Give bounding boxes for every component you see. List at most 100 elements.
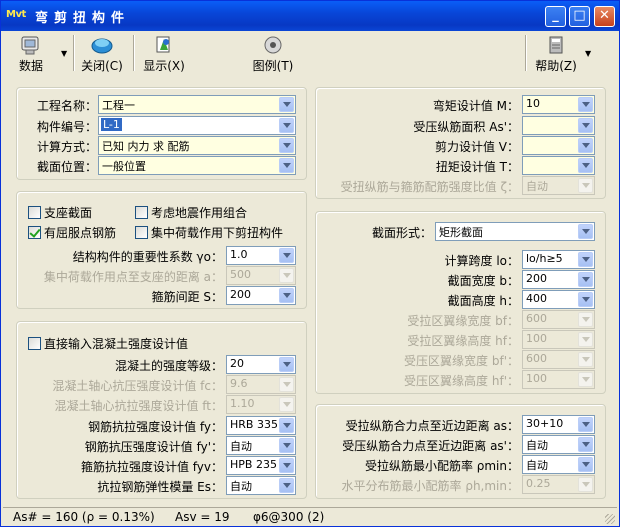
bf-label: 受拉区翼缘宽度 bf： <box>407 314 519 328</box>
chevron-down-icon[interactable] <box>279 158 294 173</box>
chevron-down-icon[interactable] <box>578 138 593 153</box>
toolbar-separator <box>133 35 135 71</box>
checkbox-box[interactable] <box>28 337 41 350</box>
chevron-down-icon[interactable] <box>279 118 294 133</box>
support-section-checkbox[interactable]: 支座截面 <box>28 204 92 221</box>
resize-grip-icon[interactable] <box>605 514 615 524</box>
chevron-down-icon[interactable] <box>578 224 593 239</box>
shape-value: 矩形截面 <box>439 226 483 239</box>
v-combo[interactable] <box>522 136 595 155</box>
as2-dist-label: 受压纵筋合力点至近边距离 as'： <box>342 439 519 453</box>
toolbar-separator <box>525 35 527 71</box>
chevron-down-icon[interactable] <box>279 288 294 303</box>
m-combo[interactable]: 10 <box>522 95 595 114</box>
member-id-label: 构件编号： <box>36 120 97 134</box>
as2-combo[interactable] <box>522 116 595 135</box>
shape-combo[interactable]: 矩形截面 <box>435 222 595 241</box>
data-button[interactable]: 数据 <box>11 32 51 74</box>
ft-label: 混凝土轴心抗拉强度设计值 ft： <box>54 399 223 413</box>
help-dropdown-icon[interactable]: ▼ <box>585 49 591 58</box>
es-combo[interactable]: 自动 <box>226 476 296 495</box>
display-button[interactable]: 显示(X) <box>141 32 187 74</box>
title-bar[interactable]: Mvt 弯剪扭构件 _ □ ✕ <box>1 1 619 31</box>
chevron-down-icon[interactable] <box>279 438 294 453</box>
load-distance-label: 集中荷载作用点至支座的距离 a： <box>43 270 223 284</box>
importance-combo[interactable]: 1.0 <box>226 246 296 265</box>
calc-mode-label: 计算方式： <box>36 140 97 154</box>
chevron-down-icon[interactable] <box>578 292 593 307</box>
stirrup-spacing-combo[interactable]: 200 <box>226 286 296 305</box>
app-icon: Mvt <box>6 9 26 20</box>
width-combo[interactable]: 200 <box>522 270 595 289</box>
chevron-down-icon[interactable] <box>578 457 593 472</box>
support-section-label: 支座截面 <box>44 206 93 220</box>
checkbox-box[interactable] <box>135 226 148 239</box>
span-value: lo/h≥5 <box>526 252 563 265</box>
as2-dist-combo[interactable]: 自动 <box>522 435 595 454</box>
bf-combo: 600 <box>522 310 595 329</box>
checkbox-box[interactable] <box>135 206 148 219</box>
maximize-button[interactable]: □ <box>569 6 590 27</box>
chevron-down-icon[interactable] <box>279 248 294 263</box>
help-book-icon <box>549 36 563 54</box>
chevron-down-icon[interactable] <box>578 272 593 287</box>
project-name-combo[interactable]: 工程一 <box>98 95 296 114</box>
chevron-down-icon[interactable] <box>279 357 294 372</box>
fyv-value: HPB 235 <box>230 458 277 471</box>
member-id-value: L-1 <box>101 118 122 131</box>
fyv-combo[interactable]: HPB 235 <box>226 456 296 475</box>
options-group: 支座截面 考虑地震作用组合 有屈服点钢筋 集中荷载作用下剪扭构件 结构构件的重要… <box>16 191 307 309</box>
fy-combo[interactable]: HRB 335 <box>226 416 296 435</box>
chevron-down-icon <box>578 312 593 327</box>
help-button[interactable]: 帮助(Z) <box>533 32 579 74</box>
display-button-label: 显示(X) <box>143 59 185 73</box>
chevron-down-icon[interactable] <box>279 458 294 473</box>
as2-label: 受压纵筋面积 As'： <box>413 120 519 134</box>
t-combo[interactable] <box>522 156 595 175</box>
member-id-combo[interactable]: L-1 <box>98 116 296 135</box>
chevron-down-icon[interactable] <box>578 158 593 173</box>
calc-mode-combo[interactable]: 已知 内力 求 配筋 <box>98 136 296 155</box>
legend-button[interactable]: 图例(T) <box>249 32 297 74</box>
close-window-button[interactable]: ✕ <box>594 6 615 27</box>
close-button[interactable]: 关闭(C) <box>79 32 125 74</box>
as-dist-combo[interactable]: 30+10 <box>522 415 595 434</box>
direct-input-checkbox[interactable]: 直接输入混凝土强度设计值 <box>28 335 188 352</box>
chevron-down-icon <box>279 397 294 412</box>
pmin-combo[interactable]: 自动 <box>522 455 595 474</box>
span-combo[interactable]: lo/h≥5 <box>522 250 595 269</box>
importance-label: 结构构件的重要性系数 γo： <box>72 250 223 264</box>
chevron-down-icon[interactable] <box>578 437 593 452</box>
concentrated-load-checkbox[interactable]: 集中荷载作用下剪扭构件 <box>135 224 283 241</box>
chevron-down-icon[interactable] <box>578 97 593 112</box>
data-dropdown-icon[interactable]: ▼ <box>61 49 67 58</box>
data-icon <box>21 36 39 55</box>
bf2-combo: 600 <box>522 350 595 369</box>
yield-rebar-checkbox[interactable]: 有屈服点钢筋 <box>28 224 116 241</box>
chevron-down-icon[interactable] <box>279 418 294 433</box>
height-combo[interactable]: 400 <box>522 290 595 309</box>
checkbox-box[interactable] <box>28 206 41 219</box>
hf-combo: 100 <box>522 330 595 349</box>
checkbox-box-checked[interactable] <box>28 226 41 239</box>
chevron-down-icon[interactable] <box>578 417 593 432</box>
phmin-combo: 0.25 <box>522 475 595 494</box>
minimize-button[interactable]: _ <box>545 6 566 27</box>
bf2-value: 600 <box>526 352 547 365</box>
chevron-down-icon[interactable] <box>578 118 593 133</box>
hf2-value: 100 <box>526 372 547 385</box>
fy2-combo[interactable]: 自动 <box>226 436 296 455</box>
chevron-down-icon[interactable] <box>279 138 294 153</box>
display-icon <box>156 36 170 53</box>
section-pos-value: 一般位置 <box>102 160 146 173</box>
height-value: 400 <box>526 292 547 305</box>
chevron-down-icon <box>279 377 294 392</box>
height-label: 截面高度 h： <box>447 294 519 308</box>
chevron-down-icon[interactable] <box>279 97 294 112</box>
chevron-down-icon[interactable] <box>279 478 294 493</box>
seismic-combo-checkbox[interactable]: 考虑地震作用组合 <box>135 204 247 221</box>
chevron-down-icon[interactable] <box>578 252 593 267</box>
section-pos-combo[interactable]: 一般位置 <box>98 156 296 175</box>
hf2-label: 受压区翼缘高度 hf'： <box>404 374 519 388</box>
grade-combo[interactable]: 20 <box>226 355 296 374</box>
